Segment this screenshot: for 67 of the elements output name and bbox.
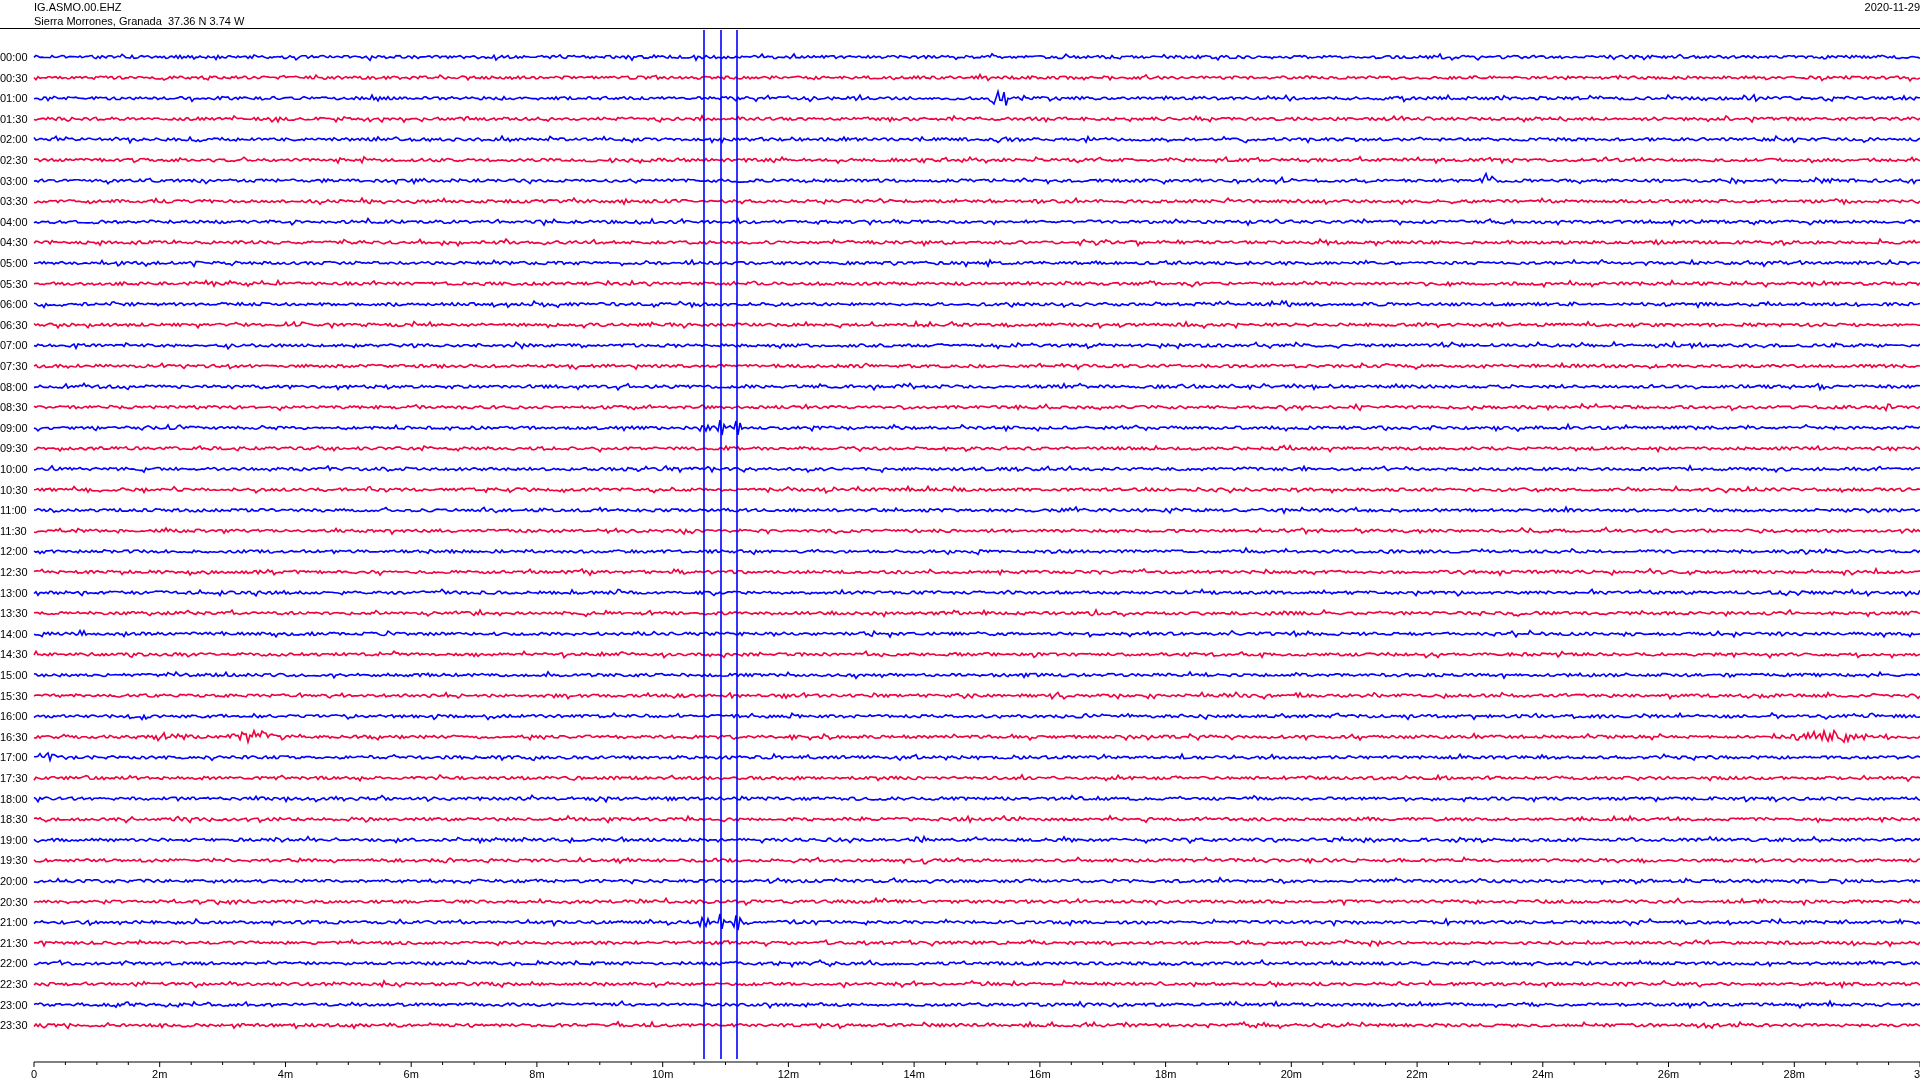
time-label: 23:00 (0, 998, 28, 1011)
time-label: 09:00 (0, 421, 28, 434)
time-label: 11:30 (0, 524, 27, 537)
axis-label: 26m (1657, 1068, 1680, 1079)
time-label: 10:30 (0, 483, 28, 496)
time-label: 22:00 (0, 957, 28, 970)
axis-label: 2m (152, 1068, 168, 1079)
axis-label: 16m (1029, 1068, 1051, 1079)
time-label: 12:30 (0, 566, 28, 578)
time-label: 17:00 (0, 751, 28, 764)
time-label: 08:00 (0, 380, 28, 393)
axis-label: 10m (651, 1068, 674, 1079)
axis-label: 28m (1783, 1068, 1805, 1079)
time-label: 06:30 (0, 318, 28, 331)
time-label: 02:30 (0, 154, 28, 166)
time-label: 07:30 (0, 360, 28, 372)
time-label: 15:30 (0, 689, 28, 702)
time-label: 16:30 (0, 730, 28, 743)
time-label: 01:30 (0, 112, 28, 125)
time-label: 21:30 (0, 936, 28, 949)
station-location: Sierra Morrones, Granada 37.36 N 3.74 W (34, 14, 245, 28)
plot-date: 2020-11-29 (1864, 0, 1920, 15)
station-code: IG.ASMO.00.EHZ (34, 0, 123, 14)
axis-label: 6m (403, 1068, 419, 1079)
time-label: 19:00 (0, 833, 28, 846)
time-label: 23:30 (0, 1019, 28, 1032)
time-label: 09:30 (0, 442, 28, 455)
time-label: 04:30 (0, 236, 28, 249)
time-label: 02:00 (0, 133, 28, 146)
time-label: 07:00 (0, 339, 28, 352)
time-label: 12:00 (0, 545, 28, 558)
time-label: 04:00 (0, 215, 28, 228)
axis-label: 14m (903, 1068, 925, 1079)
time-label: 05:00 (0, 257, 28, 269)
time-label: 16:00 (0, 710, 28, 723)
time-label: 10:00 (0, 463, 28, 475)
time-label: 14:00 (0, 627, 28, 640)
time-label: 06:00 (0, 298, 28, 311)
time-label: 14:30 (0, 648, 28, 661)
time-label: 05:30 (0, 277, 28, 290)
time-label: 11:00 (0, 504, 27, 517)
axis-label: 12m (777, 1068, 800, 1079)
time-label: 03:30 (0, 195, 28, 208)
time-label: 18:30 (0, 813, 28, 826)
axis-label: 22m (1406, 1068, 1428, 1079)
time-label: 03:00 (0, 174, 28, 187)
axis-label: 18m (1154, 1068, 1177, 1079)
axis-label: 8m (529, 1068, 545, 1079)
time-label: 13:30 (0, 607, 28, 620)
axis-label: 24m (1532, 1068, 1554, 1079)
time-label: 20:00 (0, 875, 28, 887)
axis-label: 20m (1280, 1068, 1303, 1079)
time-label: 20:30 (0, 895, 28, 908)
axis-label: 0 (31, 1068, 38, 1079)
axis-label: 3 (1914, 1068, 1920, 1079)
time-label: 17:30 (0, 772, 28, 784)
time-label: 00:00 (0, 51, 28, 63)
time-label: 08:30 (0, 401, 28, 414)
axis-label: 4m (277, 1068, 294, 1079)
time-label: 00:30 (0, 71, 28, 84)
time-label: 21:00 (0, 916, 28, 929)
time-label: 01:00 (0, 92, 28, 105)
time-label: 18:00 (0, 792, 28, 805)
time-label: 22:30 (0, 978, 28, 990)
time-label: 13:00 (0, 586, 28, 599)
time-label: 15:00 (0, 669, 28, 681)
time-label: 19:30 (0, 854, 28, 867)
